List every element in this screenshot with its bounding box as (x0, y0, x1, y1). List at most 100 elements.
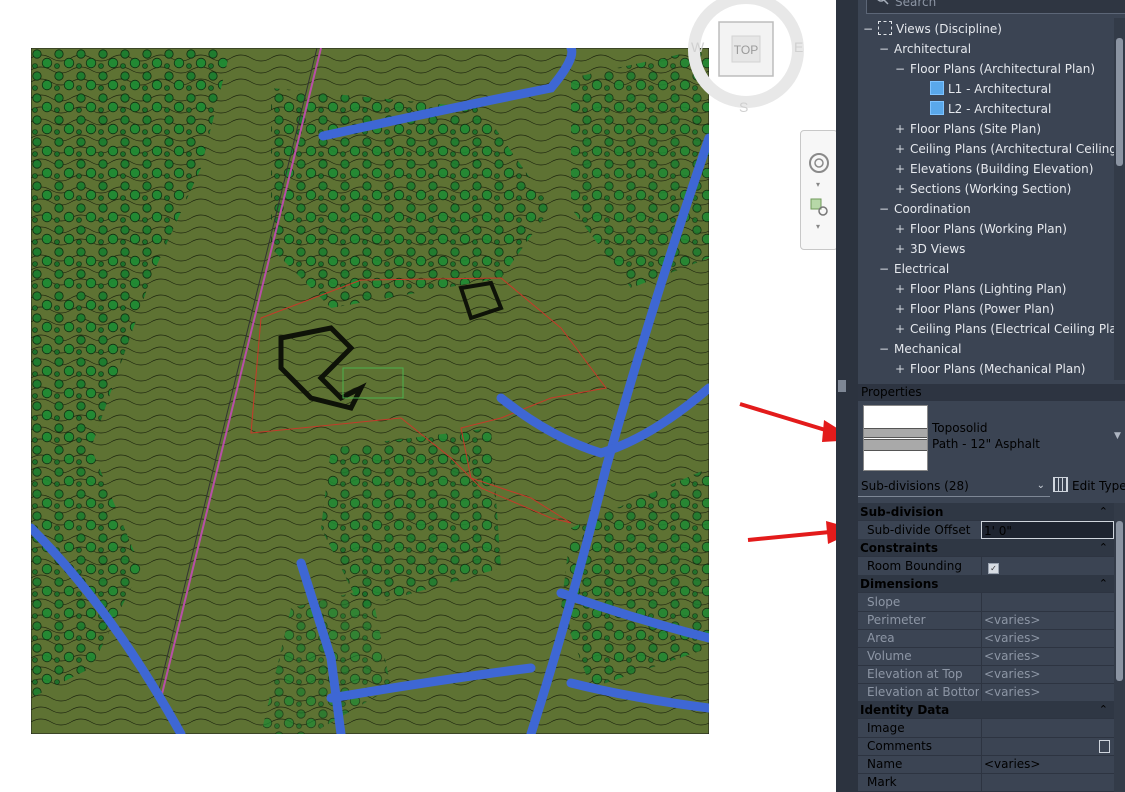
tree-item-label: Floor Plans (Site Plan) (910, 122, 1042, 136)
tree-item-floor-plans-site[interactable]: + Floor Plans (Site Plan) (894, 119, 1041, 139)
tree-item-floor-plans-mechanical[interactable]: + Floor Plans (Mechanical Plan) (894, 359, 1086, 379)
prop-name: Elevation at Bottom (867, 685, 979, 699)
collapse-group-icon[interactable]: ⌃ (1099, 503, 1108, 521)
tree-item-label: Elevations (Building Elevation) (910, 162, 1094, 176)
tree-item-floor-plans-working[interactable]: + Floor Plans (Working Plan) (894, 219, 1067, 239)
filter-label: Sub-divisions (28) (861, 479, 969, 493)
browser-scrollbar[interactable] (1114, 18, 1125, 380)
group-identity-data[interactable]: Identity Data ⌃ (858, 701, 1114, 719)
prop-row-area: Area <varies> (858, 629, 1114, 648)
properties-table: Sub-division ⌃ Sub-divide Offset 1' 0" C… (858, 503, 1114, 792)
expand-icon[interactable]: + (894, 179, 906, 199)
steering-wheel-icon[interactable] (809, 153, 829, 173)
group-constraints[interactable]: Constraints ⌃ (858, 539, 1114, 557)
panel-splitter[interactable] (836, 0, 858, 792)
group-dimensions[interactable]: Dimensions ⌃ (858, 575, 1114, 593)
prop-name: Elevation at Top (867, 667, 963, 681)
collapse-group-icon[interactable]: ⌃ (1099, 575, 1108, 593)
splitter-grip[interactable] (838, 380, 846, 392)
tree-item-label: Floor Plans (Architectural Plan) (910, 62, 1096, 76)
prop-value (981, 593, 1114, 611)
tree-item-ceiling-plans-architectural[interactable]: + Ceiling Plans (Architectural Ceiling Pl… (894, 139, 1114, 159)
collapse-icon[interactable]: − (878, 339, 890, 359)
group-label: Identity Data (860, 703, 950, 717)
edit-type-button[interactable]: Edit Type (1053, 476, 1125, 496)
tree-item-label: Ceiling Plans (Electrical Ceiling Plan) (910, 322, 1114, 336)
tree-item-floor-plans-lighting[interactable]: + Floor Plans (Lighting Plan) (894, 279, 1067, 299)
zoom-region-icon[interactable] (810, 198, 828, 216)
wheel-dropdown-icon: ▾ (816, 180, 820, 189)
type-family-label: Toposolid (932, 421, 988, 435)
tree-item-label: L2 - Architectural (948, 102, 1052, 116)
collapse-group-icon[interactable]: ⌃ (1099, 701, 1108, 719)
tree-item-label: Floor Plans (Power Plan) (910, 302, 1055, 316)
zoom-dropdown-icon: ▾ (816, 222, 820, 231)
tree-item-floor-plans-architectural[interactable]: − Floor Plans (Architectural Plan) (894, 59, 1095, 79)
scrollbar-thumb[interactable] (1116, 38, 1123, 166)
collapse-icon[interactable]: − (878, 39, 890, 59)
tree-item-3d-views[interactable]: +3D Views (894, 239, 965, 259)
collapse-icon[interactable]: − (862, 19, 874, 39)
collapse-icon[interactable]: − (878, 199, 890, 219)
expand-icon[interactable]: + (894, 279, 906, 299)
tree-item-coordination[interactable]: − Coordination (878, 199, 971, 219)
group-sub-division[interactable]: Sub-division ⌃ (858, 503, 1114, 521)
collapse-icon[interactable]: − (878, 259, 890, 279)
image-value-field[interactable] (981, 719, 1114, 737)
expand-icon[interactable]: + (894, 139, 906, 159)
viewcube-west-label: W (691, 39, 705, 55)
expand-icon[interactable]: + (894, 219, 906, 239)
tree-item-architectural[interactable]: − Architectural (878, 39, 971, 59)
chevron-down-icon[interactable]: ▼ (1114, 431, 1121, 441)
prop-name: Comments (867, 739, 933, 753)
expand-icon[interactable]: + (894, 119, 906, 139)
tree-item-ceiling-plans-electrical[interactable]: + Ceiling Plans (Electrical Ceiling Plan) (894, 319, 1114, 339)
drawing-canvas[interactable]: TOP W E S ▾ ▾ (0, 0, 858, 792)
navigation-bar[interactable]: ▾ ▾ (800, 130, 838, 250)
sub-divide-offset-input[interactable]: 1' 0" (981, 521, 1114, 539)
prop-name: Sub-divide Offset (867, 523, 971, 537)
browser-search-input[interactable]: Search (866, 0, 1125, 14)
toposolid-site-plan[interactable] (31, 48, 709, 734)
viewcube[interactable]: TOP W E S (686, 0, 806, 120)
expand-icon[interactable]: + (894, 159, 906, 179)
tree-item-elevations[interactable]: + Elevations (Building Elevation) (894, 159, 1093, 179)
comments-field[interactable] (981, 737, 1114, 755)
prop-row-sub-divide-offset: Sub-divide Offset 1' 0" (858, 521, 1114, 540)
prop-value: <varies> (981, 629, 1114, 647)
search-placeholder: Search (895, 0, 937, 9)
prop-name: Volume (867, 649, 912, 663)
collapse-icon[interactable]: − (894, 59, 906, 79)
mark-field[interactable] (981, 773, 1114, 791)
tree-item-sections[interactable]: + Sections (Working Section) (894, 179, 1071, 199)
room-bounding-checkbox[interactable]: ✓ (988, 563, 999, 574)
tree-item-l2-architectural[interactable]: L2 - Architectural (930, 99, 1051, 119)
scrollbar-thumb[interactable] (1116, 521, 1123, 681)
properties-filter-row: Sub-divisions (28) ⌄ Edit Type (858, 476, 1125, 498)
tree-item-label: Mechanical (894, 342, 962, 356)
instance-filter-dropdown[interactable]: Sub-divisions (28) ⌄ (858, 476, 1050, 497)
tree-item-l1-architectural[interactable]: L1 - Architectural (930, 79, 1051, 99)
name-field[interactable]: <varies> (981, 755, 1114, 773)
prop-name: Mark (867, 775, 897, 789)
chevron-down-icon: ⌄ (1036, 480, 1045, 491)
tree-item-label: Architectural (894, 42, 972, 56)
tree-item-label: L1 - Architectural (948, 82, 1052, 96)
tree-item-electrical[interactable]: − Electrical (878, 259, 949, 279)
expand-icon[interactable]: + (894, 319, 906, 339)
expand-icon[interactable]: + (894, 299, 906, 319)
comments-edit-button[interactable] (1099, 740, 1110, 753)
properties-scrollbar[interactable] (1114, 503, 1125, 792)
prop-row-volume: Volume <varies> (858, 647, 1114, 666)
type-selector[interactable]: Toposolid Path - 12" Asphalt ▼ (858, 401, 1125, 471)
tree-item-label: 3D Views (910, 242, 966, 256)
tree-item-floor-plans-power[interactable]: + Floor Plans (Power Plan) (894, 299, 1054, 319)
expand-icon[interactable]: + (894, 359, 906, 379)
collapse-group-icon[interactable]: ⌃ (1099, 539, 1108, 557)
expand-icon[interactable]: + (894, 239, 906, 259)
prop-row-name: Name <varies> (858, 755, 1114, 774)
tree-item-mechanical[interactable]: − Mechanical (878, 339, 962, 359)
group-label: Dimensions (860, 577, 939, 591)
tree-item-views-discipline[interactable]: − Views (Discipline) (862, 19, 1002, 39)
viewcube-east-label: E (794, 39, 803, 55)
